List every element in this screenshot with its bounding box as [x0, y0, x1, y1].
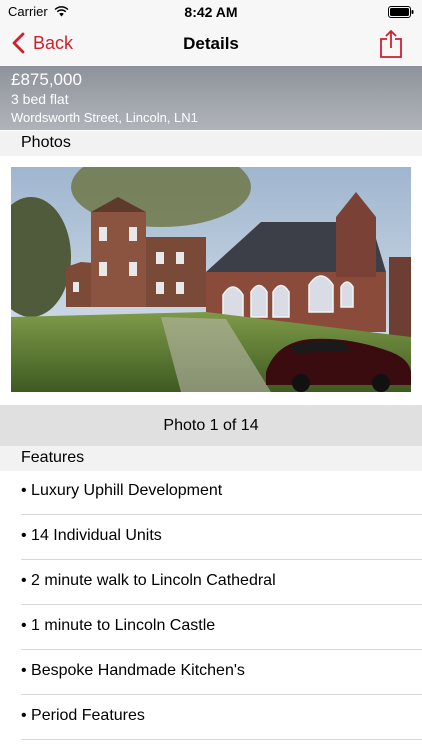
- feature-text: • 14 Individual Units: [21, 527, 162, 544]
- feature-text: • 1 minute to Lincoln Castle: [21, 617, 216, 634]
- listing-summary-banner: £875,000 3 bed flat Wordsworth Street, L…: [0, 66, 422, 130]
- photo-counter-bar: Photo 1 of 14: [0, 405, 422, 446]
- feature-text: • 2 minute walk to Lincoln Cathedral: [21, 572, 276, 589]
- property-photo[interactable]: [11, 167, 411, 392]
- feature-item: • Bespoke Handmade Kitchen's: [0, 650, 422, 695]
- divider: [21, 739, 422, 740]
- feature-item: • 14 Individual Units: [0, 515, 422, 560]
- page-title: Details: [183, 34, 239, 53]
- feature-text: • Luxury Uphill Development: [21, 482, 223, 499]
- share-icon[interactable]: [378, 29, 404, 59]
- feature-item: • 2 minute walk to Lincoln Cathedral: [0, 560, 422, 605]
- photos-header-label: Photos: [21, 134, 71, 151]
- feature-text: • Period Features: [21, 707, 145, 724]
- feature-item: • Period Features: [0, 695, 422, 740]
- features-list: • Luxury Uphill Development • 14 Individ…: [0, 470, 422, 740]
- photo-counter: Photo 1 of 14: [163, 417, 259, 434]
- status-time: 8:42 AM: [184, 4, 238, 20]
- status-bar: Carrier 8:42 AM: [0, 0, 422, 24]
- feature-item: • Luxury Uphill Development: [0, 470, 422, 515]
- listing-type: 3 bed flat: [11, 91, 69, 107]
- features-section-header: Features: [0, 446, 422, 471]
- property-photo-image: [11, 167, 411, 392]
- feature-text: • Bespoke Handmade Kitchen's: [21, 662, 245, 679]
- feature-item: • 1 minute to Lincoln Castle: [0, 605, 422, 650]
- listing-address: Wordsworth Street, Lincoln, LN1: [11, 110, 198, 125]
- nav-bar: Back Details: [0, 24, 422, 66]
- features-header-label: Features: [21, 449, 85, 466]
- battery-icon: [388, 6, 414, 18]
- listing-price: £875,000: [11, 70, 82, 89]
- photos-section-header: Photos: [0, 131, 422, 156]
